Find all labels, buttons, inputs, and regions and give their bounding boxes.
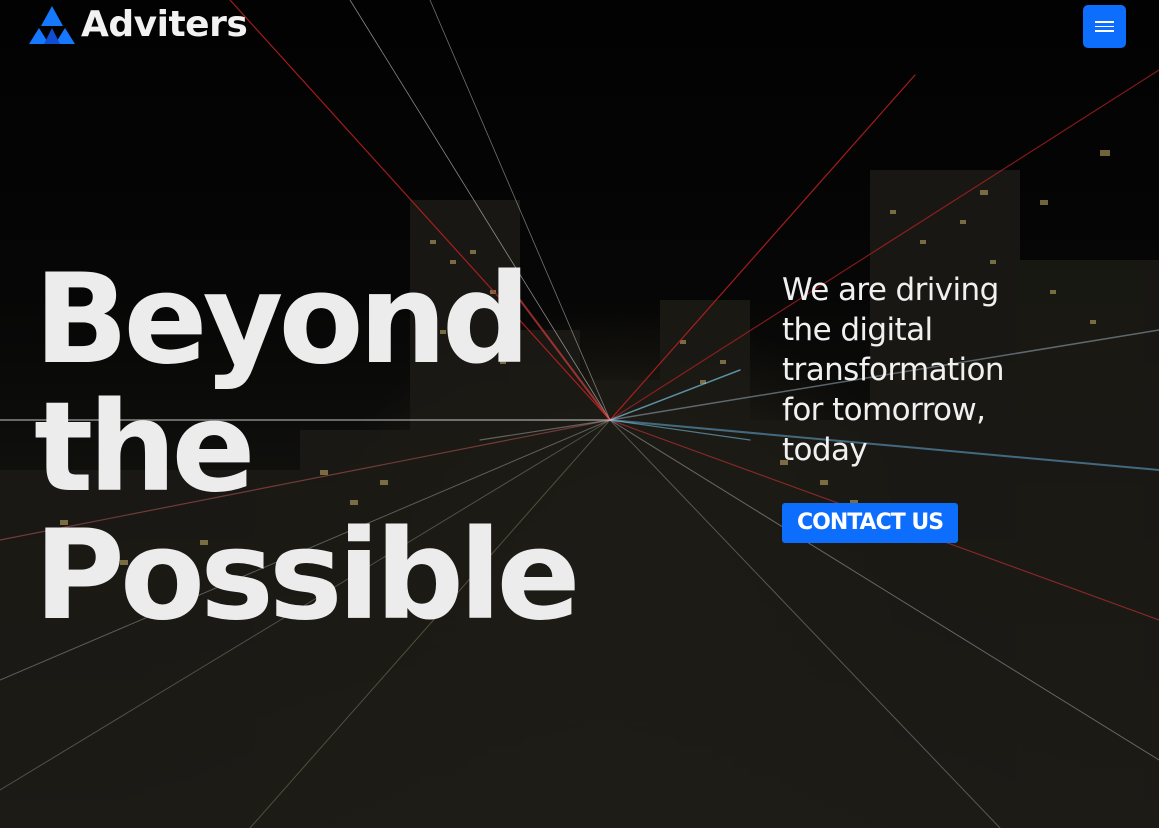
hero-headline: Beyond the Possible xyxy=(34,248,581,648)
hamburger-menu-icon xyxy=(1095,21,1114,23)
contact-us-button[interactable]: CONTACT US xyxy=(782,503,959,543)
hamburger-menu-icon-bar xyxy=(1095,30,1114,32)
headline-line: the xyxy=(34,376,256,520)
hamburger-menu-icon-bar xyxy=(1095,25,1114,28)
brand-name: Adviters xyxy=(81,4,248,45)
brand-logo[interactable]: Adviters xyxy=(29,4,248,46)
headline-line: Beyond xyxy=(34,248,531,392)
hero-tagline: We are driving the digital transformatio… xyxy=(782,272,1005,468)
adviters-logo-icon xyxy=(29,6,75,44)
menu-toggle-button[interactable] xyxy=(1083,5,1126,48)
headline-line: Possible xyxy=(34,504,581,648)
hero-section: Adviters Beyond the Possible We are driv… xyxy=(0,0,1159,828)
